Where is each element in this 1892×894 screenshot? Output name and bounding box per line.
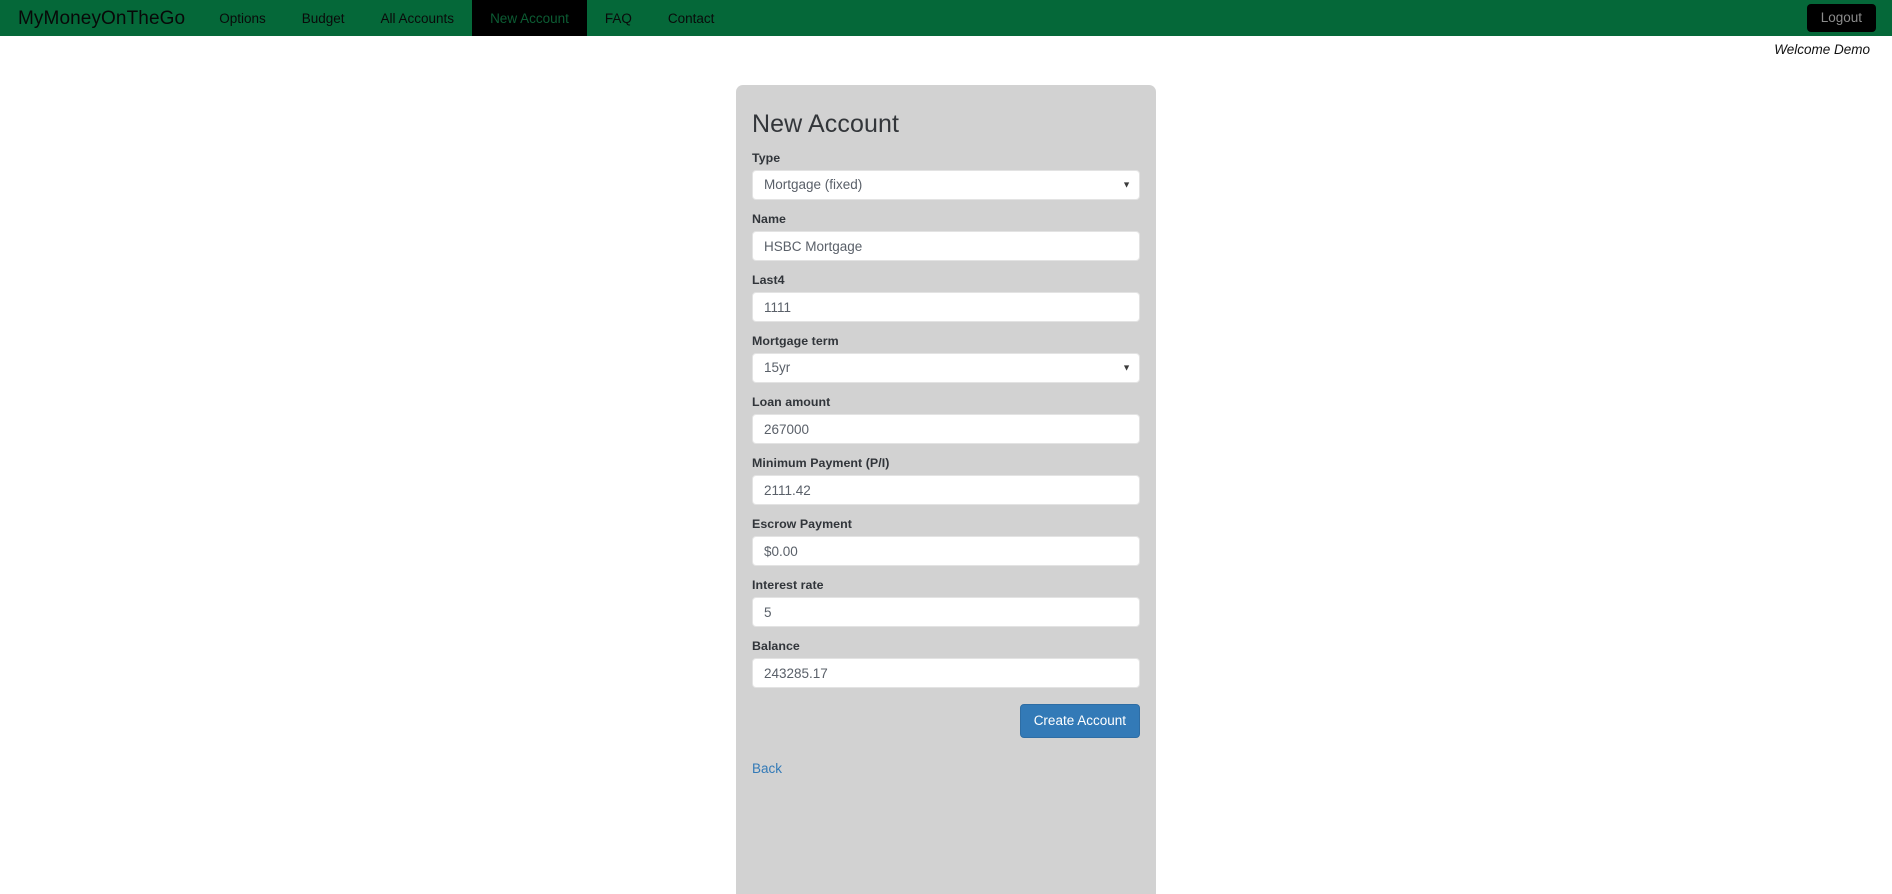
form-group-loan-amount: Loan amount	[752, 395, 1140, 444]
select-mortgage-term[interactable]: 15yr	[752, 353, 1140, 383]
back-row: Back	[752, 760, 1140, 778]
input-balance[interactable]	[752, 658, 1140, 688]
nav-item-all-accounts[interactable]: All Accounts	[363, 0, 473, 36]
nav-items: Options Budget All Accounts New Account FAQ C…	[201, 0, 732, 36]
label-mortgage-term: Mortgage term	[752, 334, 839, 348]
input-minimum-payment[interactable]	[752, 475, 1140, 505]
select-type[interactable]: Mortgage (fixed)	[752, 170, 1140, 200]
label-loan-amount: Loan amount	[752, 395, 831, 409]
new-account-form: Type Mortgage (fixed)▼ Name Last4 Mortgage t…	[752, 151, 1140, 688]
select-wrapper-type: Mortgage (fixed) ▼	[752, 170, 1140, 200]
label-type: Type	[752, 151, 781, 165]
label-balance: Balance	[752, 639, 800, 653]
logout-button[interactable]: Logout	[1806, 4, 1876, 32]
form-actions: Create Account	[752, 704, 1140, 739]
label-last4: Last4	[752, 273, 785, 287]
label-minimum-payment: Minimum Payment (P/I)	[752, 456, 890, 470]
nav-item-new-account[interactable]: New Account	[472, 0, 587, 36]
label-escrow-payment: Escrow Payment	[752, 517, 852, 531]
form-group-type: Type Mortgage (fixed) ▼	[752, 151, 1140, 200]
new-account-card: New Account Type Mortgage (fixed)▼ Name Las…	[736, 85, 1156, 894]
input-interest-rate[interactable]	[752, 597, 1140, 627]
welcome-message: Welcome Demo	[1774, 42, 1870, 57]
form-group-name: Name	[752, 212, 1140, 261]
input-name[interactable]	[752, 231, 1140, 261]
create-account-button[interactable]: Create Account	[1019, 704, 1140, 739]
brand-logo[interactable]: MyMoneyOnTheGo	[0, 0, 201, 36]
nav-item-options[interactable]: Options	[201, 0, 284, 36]
nav-item-faq[interactable]: FAQ	[587, 0, 650, 36]
input-escrow-payment[interactable]	[752, 536, 1140, 566]
top-navbar: MyMoneyOnTheGo Options Budget All Accounts…	[0, 0, 1892, 36]
form-group-escrow-payment: Escrow Payment	[752, 517, 1140, 566]
form-group-last4: Last4	[752, 273, 1140, 322]
nav-item-budget[interactable]: Budget	[284, 0, 363, 36]
back-link[interactable]: Back	[752, 761, 782, 776]
label-interest-rate: Interest rate	[752, 578, 824, 592]
label-name: Name	[752, 212, 786, 226]
select-wrapper-mortgage-term: 15yr ▼	[752, 353, 1140, 383]
form-group-minimum-payment: Minimum Payment (P/I)	[752, 456, 1140, 505]
page-title: New Account	[752, 110, 900, 138]
form-group-interest-rate: Interest rate	[752, 578, 1140, 627]
input-loan-amount[interactable]	[752, 414, 1140, 444]
input-last4[interactable]	[752, 292, 1140, 322]
form-group-balance: Balance	[752, 639, 1140, 688]
navbar-right: Logout	[1806, 0, 1892, 36]
nav-item-contact[interactable]: Contact	[650, 0, 733, 36]
form-group-mortgage-term: Mortgage term 15yr ▼	[752, 334, 1140, 383]
